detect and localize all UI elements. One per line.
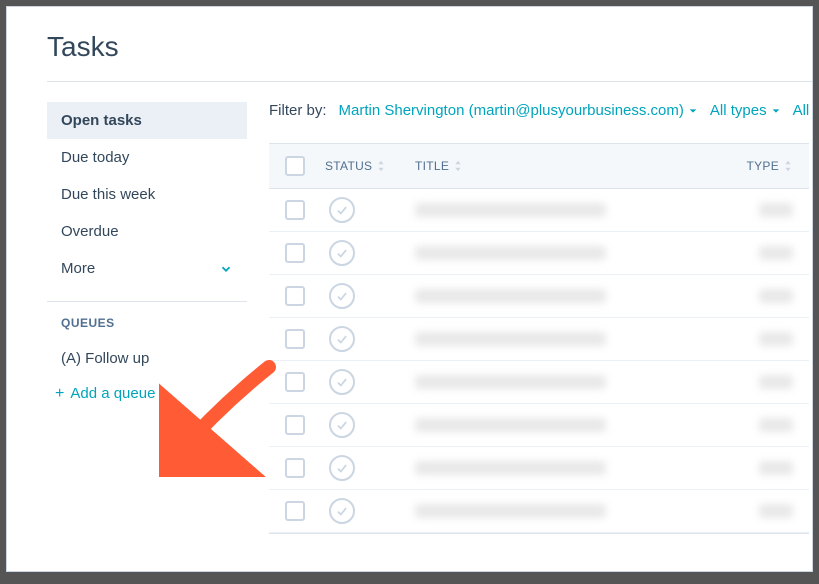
table-row[interactable]: [269, 275, 809, 318]
task-type: [759, 289, 793, 303]
table-row[interactable]: [269, 447, 809, 490]
task-type: [759, 418, 793, 432]
task-type: [759, 461, 793, 475]
column-header-title[interactable]: TITLE: [415, 159, 733, 173]
table-row[interactable]: [269, 404, 809, 447]
column-header-type[interactable]: TYPE: [733, 159, 793, 173]
column-header-status[interactable]: STATUS: [325, 159, 415, 173]
status-toggle[interactable]: [329, 283, 355, 309]
status-toggle[interactable]: [329, 326, 355, 352]
task-title: [415, 418, 606, 432]
table-header-row: STATUS TITLE TYPE: [269, 144, 809, 189]
caret-down-icon: [771, 106, 781, 116]
table-row[interactable]: [269, 189, 809, 232]
task-title: [415, 332, 606, 346]
status-toggle[interactable]: [329, 455, 355, 481]
row-checkbox[interactable]: [285, 415, 305, 435]
sidebar-item-label: Due this week: [61, 186, 155, 203]
filter-by-label: Filter by:: [269, 102, 327, 119]
task-type: [759, 504, 793, 518]
row-checkbox[interactable]: [285, 501, 305, 521]
task-title: [415, 246, 606, 260]
queue-item-label: (A) Follow up: [61, 350, 149, 367]
column-header-label: TITLE: [415, 159, 449, 173]
sort-icon: [783, 159, 793, 173]
task-type: [759, 375, 793, 389]
sidebar-item-label: Due today: [61, 149, 129, 166]
sort-icon: [376, 159, 386, 173]
task-title: [415, 461, 606, 475]
add-queue-button[interactable]: + Add a queue: [47, 377, 247, 410]
table-row[interactable]: [269, 232, 809, 275]
column-header-label: STATUS: [325, 159, 372, 173]
sidebar-item-due-today[interactable]: Due today: [47, 139, 247, 176]
sidebar: Open tasks Due today Due this week Overd…: [47, 82, 247, 534]
caret-down-icon: [688, 106, 698, 116]
task-title: [415, 289, 606, 303]
status-toggle[interactable]: [329, 412, 355, 438]
table-row[interactable]: [269, 490, 809, 533]
sidebar-item-overdue[interactable]: Overdue: [47, 213, 247, 250]
filter-owner-dropdown[interactable]: Martin Shervington (martin@plusyourbusin…: [339, 102, 698, 119]
sidebar-item-more[interactable]: More: [47, 250, 247, 287]
row-checkbox[interactable]: [285, 329, 305, 349]
row-checkbox[interactable]: [285, 286, 305, 306]
filter-partial-text: All p: [793, 102, 812, 119]
tasks-table: STATUS TITLE TYPE: [269, 143, 809, 534]
filter-types-text: All types: [710, 102, 767, 119]
row-checkbox[interactable]: [285, 200, 305, 220]
table-row[interactable]: [269, 318, 809, 361]
task-type: [759, 332, 793, 346]
sidebar-item-open-tasks[interactable]: Open tasks: [47, 102, 247, 139]
task-title: [415, 504, 606, 518]
sidebar-divider: [47, 301, 247, 302]
queues-heading: QUEUES: [47, 316, 247, 340]
task-type: [759, 203, 793, 217]
row-checkbox[interactable]: [285, 458, 305, 478]
select-all-checkbox[interactable]: [285, 156, 305, 176]
plus-icon: +: [55, 386, 64, 402]
table-body: [269, 189, 809, 533]
task-title: [415, 203, 606, 217]
filter-owner-text: Martin Shervington (martin@plusyourbusin…: [339, 102, 684, 119]
queue-item-follow-up[interactable]: (A) Follow up: [47, 340, 247, 377]
status-toggle[interactable]: [329, 369, 355, 395]
filter-partial-dropdown[interactable]: All p: [793, 102, 812, 119]
chevron-down-icon: [219, 262, 233, 276]
task-type: [759, 246, 793, 260]
tasks-window: Tasks Open tasks Due today Due this week…: [6, 6, 813, 572]
add-queue-label: Add a queue: [70, 385, 155, 402]
row-checkbox[interactable]: [285, 372, 305, 392]
task-title: [415, 375, 606, 389]
status-toggle[interactable]: [329, 240, 355, 266]
sidebar-item-label: Overdue: [61, 223, 119, 240]
filter-bar: Filter by: Martin Shervington (martin@pl…: [269, 102, 812, 119]
sidebar-item-label: More: [61, 260, 95, 277]
content-area: Open tasks Due today Due this week Overd…: [7, 82, 812, 534]
row-checkbox[interactable]: [285, 243, 305, 263]
status-toggle[interactable]: [329, 197, 355, 223]
status-toggle[interactable]: [329, 498, 355, 524]
table-row[interactable]: [269, 361, 809, 404]
filter-types-dropdown[interactable]: All types: [710, 102, 781, 119]
main-panel: Filter by: Martin Shervington (martin@pl…: [247, 82, 812, 534]
sidebar-item-label: Open tasks: [61, 112, 142, 129]
column-header-label: TYPE: [746, 159, 779, 173]
sort-icon: [453, 159, 463, 173]
sidebar-item-due-this-week[interactable]: Due this week: [47, 176, 247, 213]
page-title: Tasks: [7, 7, 812, 81]
